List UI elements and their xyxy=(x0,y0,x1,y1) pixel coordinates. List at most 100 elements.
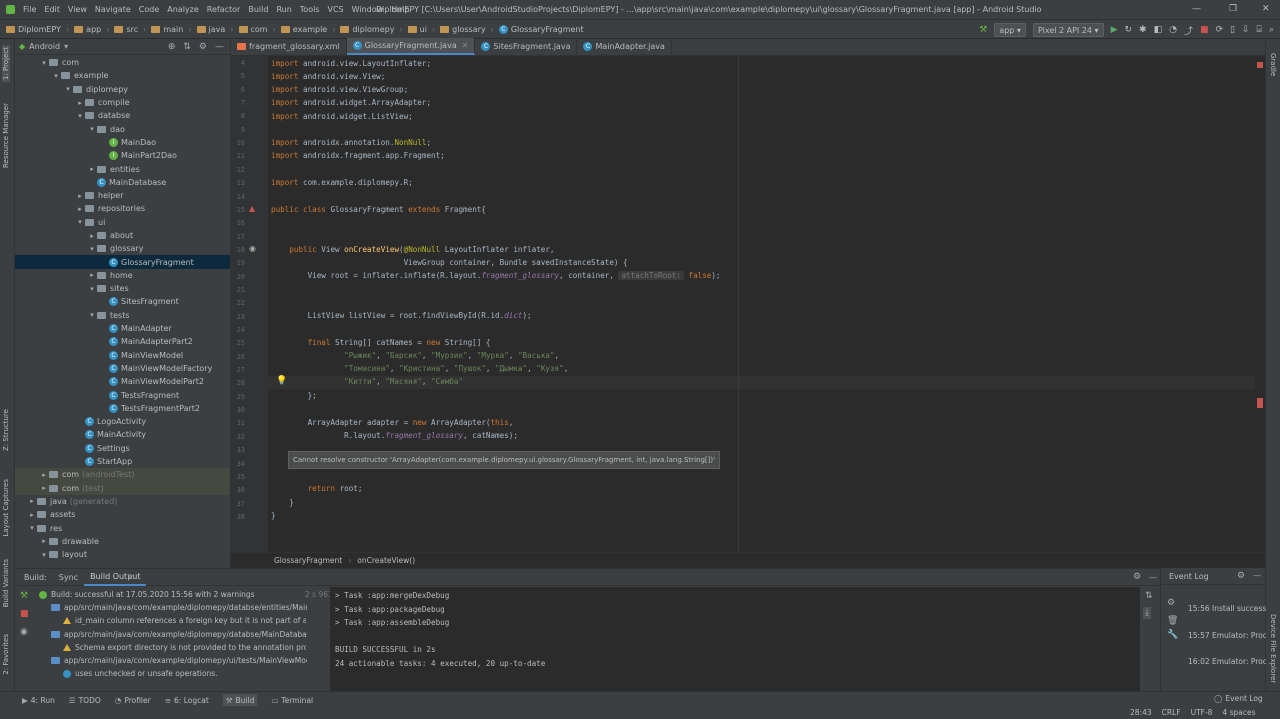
scope-icon[interactable]: ⊕ xyxy=(168,42,176,52)
tree-node[interactable]: ▾ res xyxy=(15,521,230,534)
breadcrumb-item[interactable]: main › xyxy=(151,25,196,34)
chevron-down-icon[interactable]: ▾ xyxy=(87,245,97,253)
collapse-all-icon[interactable]: ⇅ xyxy=(183,42,191,52)
lightbulb-icon[interactable]: 💡 xyxy=(276,376,287,386)
tool-tab-logcat[interactable]: ≡ 6: Logcat xyxy=(165,694,209,706)
menu-item-analyze[interactable]: Analyze xyxy=(167,5,199,14)
tree-node[interactable]: ▸ compile xyxy=(15,96,230,109)
chevron-right-icon[interactable]: ▸ xyxy=(39,471,49,479)
tree-node[interactable]: ▾ layout xyxy=(15,548,230,561)
tab-sync[interactable]: Sync xyxy=(53,569,84,586)
breadcrumb-item[interactable]: app › xyxy=(74,25,114,34)
build-tree-item[interactable]: app/src/main/java/com/example/diplomepy/… xyxy=(51,656,307,665)
hide-icon[interactable]: — xyxy=(1253,571,1261,580)
apply-changes-icon[interactable]: ↻ xyxy=(1125,25,1133,35)
editor-tab[interactable]: C GlossaryFragment.java ✕ xyxy=(346,38,476,55)
menu-item-vcs[interactable]: VCS xyxy=(328,5,344,14)
tree-node[interactable]: ▸ home xyxy=(15,269,230,282)
tool-tab-profiler[interactable]: ◔ Profiler xyxy=(115,694,151,706)
chevron-down-icon[interactable]: ▾ xyxy=(87,285,97,293)
menu-item-tools[interactable]: Tools xyxy=(300,5,320,14)
tab-build-output[interactable]: Build Output xyxy=(84,569,147,586)
breadcrumb-item[interactable]: com › xyxy=(238,25,281,34)
gear-icon[interactable]: ⚙ xyxy=(1133,572,1141,582)
avd-manager-icon[interactable]: ▯ xyxy=(1230,25,1235,35)
chevron-right-icon[interactable]: ▸ xyxy=(75,99,85,107)
tree-node[interactable]: ▸ drawable xyxy=(15,535,230,548)
chevron-right-icon[interactable]: ▸ xyxy=(87,165,97,173)
chevron-down-icon[interactable]: ▾ xyxy=(39,551,49,559)
menu-item-view[interactable]: View xyxy=(68,5,87,14)
status-indicator[interactable]: CRLF xyxy=(1162,708,1181,717)
gear-icon[interactable]: ⚙ xyxy=(199,42,207,52)
chevron-down-icon[interactable]: ▾ xyxy=(39,59,49,67)
breadcrumb-item[interactable]: DiplomEPY › xyxy=(6,25,74,34)
device-file-explorer-tab[interactable]: Device File Explorer xyxy=(1269,614,1277,683)
menu-item-run[interactable]: Run xyxy=(276,5,291,14)
event-text[interactable]: Emulator: Proce xyxy=(1212,657,1266,666)
editor-tab[interactable]: C SitesFragment.java xyxy=(475,38,578,55)
layout-captures-tab[interactable]: Layout Captures xyxy=(2,479,10,537)
hammer-icon[interactable]: ⚒ xyxy=(979,25,987,35)
chevron-right-icon[interactable]: ▸ xyxy=(87,271,97,279)
tree-node[interactable]: ▾ example xyxy=(15,69,230,82)
tree-node[interactable]: C TestsFragment xyxy=(15,388,230,401)
gear-icon[interactable]: ⚙ xyxy=(1237,571,1245,581)
error-stripe-marker[interactable] xyxy=(1257,62,1263,68)
tree-node[interactable]: C Settings xyxy=(15,442,230,455)
override-gutter-icon[interactable]: ◉ xyxy=(249,244,256,253)
tree-node[interactable]: ▾ databse xyxy=(15,109,230,122)
chevron-right-icon[interactable]: ▸ xyxy=(27,511,37,519)
restore-icon[interactable]: ❐ xyxy=(1229,4,1237,14)
tree-node[interactable]: ▸ entities xyxy=(15,162,230,175)
chevron-down-icon[interactable]: ▾ xyxy=(87,125,97,133)
menu-item-file[interactable]: File xyxy=(23,5,36,14)
tree-node[interactable]: C MainActivity xyxy=(15,428,230,441)
build-tree-item[interactable]: app/src/main/java/com/example/diplomepy/… xyxy=(51,603,307,612)
tree-node[interactable]: ▾ sites xyxy=(15,282,230,295)
breadcrumb-item[interactable]: C GlossaryFragment xyxy=(498,24,584,34)
editor-scrollbar[interactable] xyxy=(1255,56,1265,552)
build-tree-item[interactable]: app/src/main/java/com/example/diplomepy/… xyxy=(51,630,307,639)
scroll-to-end-icon[interactable]: ⤓ xyxy=(1143,607,1151,619)
build-console[interactable]: > Task :app:mergeDexDebug > Task :app:pac… xyxy=(330,587,1140,692)
debug-icon[interactable]: ✱ xyxy=(1139,25,1147,35)
build-tree-item[interactable]: id_main column references a foreign key … xyxy=(63,616,306,625)
stop-icon[interactable]: ■ xyxy=(1200,25,1209,35)
tree-node[interactable]: ▸ helper xyxy=(15,189,230,202)
tree-node[interactable]: C LogoActivity xyxy=(15,415,230,428)
tool-tab-terminal[interactable]: ▭ Terminal xyxy=(271,694,313,706)
layout-inspector-icon[interactable]: ⌸ xyxy=(1257,25,1262,35)
tool-tab-build[interactable]: ⚒ Build xyxy=(222,694,258,706)
search-icon[interactable]: ⌕ xyxy=(1269,25,1274,35)
status-indicator[interactable]: 4 spaces xyxy=(1222,708,1255,717)
build-tree-item[interactable]: Build: successful at 17.05.2020 15:56 wi… xyxy=(39,590,346,599)
breadcrumb-item[interactable]: glossary › xyxy=(440,25,499,34)
eye-icon[interactable]: ◉ xyxy=(20,627,28,637)
wrench-icon[interactable]: 🔧 xyxy=(1167,630,1178,640)
tree-node[interactable]: ▸ com (test) xyxy=(15,481,230,495)
breadcrumb-item[interactable]: java › xyxy=(196,25,239,34)
build-tree-item[interactable]: Schema export directory is not provided … xyxy=(63,643,306,652)
run-gutter-icon[interactable]: ▲ xyxy=(249,204,255,213)
device-dropdown[interactable]: Pixel 2 API 24 ▾ xyxy=(1032,23,1104,37)
tree-node[interactable]: ▾ tests xyxy=(15,309,230,322)
error-stripe-marker[interactable] xyxy=(1257,398,1263,408)
chevron-down-icon[interactable]: ▾ xyxy=(75,112,85,120)
hide-icon[interactable]: — xyxy=(215,42,224,52)
chevron-right-icon[interactable]: ▸ xyxy=(75,205,85,213)
minimize-icon[interactable]: — xyxy=(1192,4,1201,14)
menu-item-code[interactable]: Code xyxy=(139,5,159,14)
gear-icon[interactable]: ⚙ xyxy=(1167,598,1175,608)
tree-node[interactable]: C StartApp xyxy=(15,455,230,468)
tree-node[interactable]: ▸ java (generated) xyxy=(15,495,230,508)
editor-tab[interactable]: C MainAdapter.java xyxy=(577,38,672,55)
status-indicator[interactable]: 28:43 xyxy=(1130,708,1152,717)
tree-node[interactable]: C TestsFragmentPart2 xyxy=(15,402,230,415)
tree-node[interactable]: C MainViewModelFactory xyxy=(15,362,230,375)
tool-tab-todo[interactable]: ☰ TODO xyxy=(69,694,101,706)
chevron-down-icon[interactable]: ▾ xyxy=(64,42,68,51)
breadcrumb-item[interactable]: src › xyxy=(114,25,151,34)
tree-node[interactable]: ▾ glossary xyxy=(15,242,230,255)
tree-node[interactable]: I MainDao xyxy=(15,136,230,149)
